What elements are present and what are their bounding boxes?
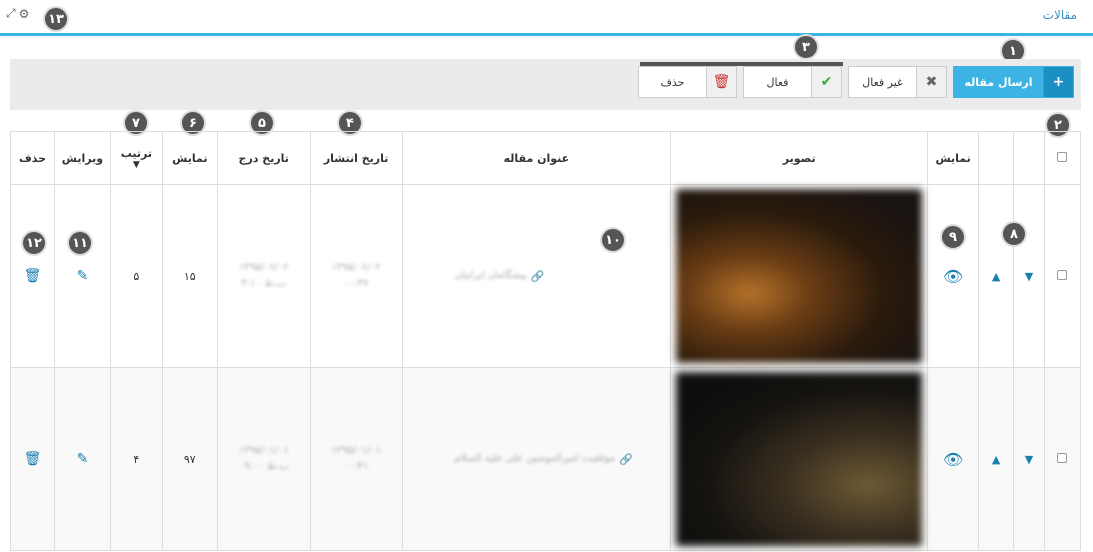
- badge-11: ۱۱: [67, 230, 93, 256]
- views-cell: ۱۵: [161, 184, 218, 368]
- deactivate-label: غیر فعال: [862, 75, 903, 89]
- badge-9: ۹: [940, 224, 966, 250]
- insert-date: ۱۳۹۵/۰۱/۰۱: [238, 445, 289, 456]
- badge-12: ۱۲: [21, 230, 47, 256]
- arrow-up-icon[interactable]: ▲: [992, 453, 1000, 466]
- add-article-label: ارسال مقاله: [964, 75, 1033, 89]
- article-thumbnail: [676, 189, 923, 363]
- eye-icon[interactable]: 👁: [943, 450, 963, 469]
- insert-date: ۱۳۹۵/۰۶/۰۲: [238, 262, 289, 273]
- pencil-icon[interactable]: ✎: [77, 451, 89, 467]
- views-cell: ۹۷: [161, 367, 218, 551]
- insert-date-cell: ۱۳۹۵/۰۶/۰۲ ب.ظ ۴:۱۰: [216, 184, 311, 368]
- link-icon: 🔗: [619, 452, 633, 466]
- eye-icon[interactable]: 👁: [943, 267, 963, 286]
- article-thumbnail: [676, 372, 923, 546]
- publish-date-cell: ۱۳۹۵/۰۶/۰۲ ۰۰:۴۷: [309, 184, 403, 368]
- publish-date: ۱۳۹۵/۰۱/۰۱: [331, 445, 381, 456]
- delete-button[interactable]: حذف 🗑: [638, 66, 737, 98]
- activate-label: فعال: [766, 75, 789, 89]
- close-icon: ✖: [916, 67, 946, 97]
- arrow-down-icon[interactable]: ▼: [1025, 270, 1033, 283]
- row-checkbox[interactable]: [1057, 269, 1068, 280]
- badge-10: ۱۰: [600, 227, 626, 253]
- insert-time: ب.ظ ۴:۱۰: [241, 278, 286, 289]
- col-title: عنوان مقاله: [401, 131, 672, 185]
- move-down-cell: ▼: [1013, 184, 1045, 368]
- plus-icon: +: [1043, 67, 1073, 97]
- col-image: تصویر: [670, 131, 929, 185]
- insert-date-cell: ۱۳۹۵/۰۱/۰۱ ب.ظ ۰۹:۰۰: [216, 367, 311, 551]
- title-cell: 🔗 موفقیت امیرالمومنین علی علیه السلام: [401, 367, 672, 551]
- order-cell: ۴: [109, 367, 163, 551]
- deactivate-button[interactable]: غیر فعال ✖: [848, 66, 947, 98]
- col-insert-date: تاریخ درج: [216, 131, 311, 185]
- trash-icon: 🗑: [706, 67, 736, 97]
- delete-label: حذف: [660, 75, 685, 89]
- edit-cell: ✎: [53, 184, 111, 368]
- trash-icon[interactable]: 🗑: [24, 268, 42, 284]
- caret-down-icon: ▼: [132, 159, 140, 170]
- table-row: 🗑 ✎ ۵ ۱۵ ۱۳۹۵/۰۶/۰۲ ب.ظ ۴:۱۰ ۱۳۹۵/۰۶/۰۲ …: [10, 184, 1082, 368]
- table-row: 🗑 ✎ ۴ ۹۷ ۱۳۹۵/۰۱/۰۱ ب.ظ ۰۹:۰۰ ۱۳۹۵/۰۱/۰۱…: [10, 367, 1082, 551]
- article-title-link[interactable]: 🔗 موفقیت امیرالمومنین علی علیه السلام: [455, 451, 633, 467]
- articles-table: حذف ویرایش ترتیب ▼ نمایش تاریخ درج تاریخ…: [10, 131, 1082, 551]
- display-cell: 👁: [927, 367, 980, 551]
- order-cell: ۵: [109, 184, 163, 368]
- col-edit: ویرایش: [53, 131, 111, 185]
- publish-time: ۰۰:۴۱: [343, 461, 369, 472]
- pencil-icon[interactable]: ✎: [77, 268, 89, 284]
- gear-icon[interactable]: ⚙: [19, 7, 30, 21]
- insert-time: ب.ظ ۰۹:۰۰: [238, 461, 289, 472]
- badge-3: ۳: [793, 34, 819, 60]
- select-cell: [1043, 184, 1082, 368]
- col-down: [1013, 131, 1045, 185]
- window-controls: ⤢ ⚙: [6, 6, 29, 21]
- arrow-up-icon[interactable]: ▲: [992, 270, 1000, 283]
- select-all-checkbox[interactable]: [1057, 151, 1068, 162]
- badge-13: ۱۳: [43, 6, 69, 32]
- move-up-cell: ▲: [978, 184, 1015, 368]
- col-display: نمایش: [927, 131, 980, 185]
- col-order[interactable]: ترتیب ▼: [109, 131, 163, 185]
- image-cell: [670, 184, 929, 368]
- link-icon: 🔗: [530, 269, 545, 283]
- edit-cell: ✎: [53, 367, 111, 551]
- add-article-button[interactable]: ارسال مقاله +: [953, 66, 1074, 98]
- delete-cell: 🗑: [10, 367, 55, 551]
- table-header: حذف ویرایش ترتیب ▼ نمایش تاریخ درج تاریخ…: [10, 131, 1082, 185]
- move-up-cell: ▲: [978, 367, 1015, 551]
- row-checkbox[interactable]: [1057, 452, 1068, 463]
- badge-8: ۸: [1001, 221, 1027, 247]
- trash-icon[interactable]: 🗑: [24, 451, 42, 467]
- article-title: موفقیت امیرالمومنین علی علیه السلام: [454, 453, 616, 464]
- image-cell: [670, 367, 929, 551]
- expand-icon[interactable]: ⤢: [6, 6, 16, 21]
- delete-cell: 🗑: [10, 184, 55, 368]
- title-cell: 🔗 پیشگامان ایرانیان: [401, 184, 672, 368]
- move-down-cell: ▼: [1013, 367, 1045, 551]
- display-cell: 👁: [927, 184, 980, 368]
- page-title: مقالات: [1042, 8, 1077, 22]
- toolbar: ارسال مقاله + غیر فعال ✖ فعال ✔ حذف 🗑: [10, 59, 1081, 110]
- publish-date-cell: ۱۳۹۵/۰۱/۰۱ ۰۰:۴۱: [309, 367, 403, 551]
- article-title-link[interactable]: 🔗 پیشگامان ایرانیان: [455, 268, 545, 284]
- article-title: پیشگامان ایرانیان: [454, 270, 527, 281]
- select-cell: [1043, 367, 1082, 551]
- col-publish-date: تاریخ انتشار: [309, 131, 403, 185]
- col-order-label: ترتیب: [120, 146, 152, 160]
- col-select: [1043, 131, 1082, 185]
- publish-date: ۱۳۹۵/۰۶/۰۲: [331, 262, 381, 273]
- activate-button[interactable]: فعال ✔: [743, 66, 842, 98]
- publish-time: ۰۰:۴۷: [343, 278, 369, 289]
- arrow-down-icon[interactable]: ▼: [1025, 453, 1033, 466]
- check-icon: ✔: [811, 67, 841, 97]
- col-up: [978, 131, 1015, 185]
- col-views: نمایش: [161, 131, 218, 185]
- top-bar: ⤢ ⚙ مقالات: [0, 0, 1093, 36]
- col-delete: حذف: [10, 131, 55, 185]
